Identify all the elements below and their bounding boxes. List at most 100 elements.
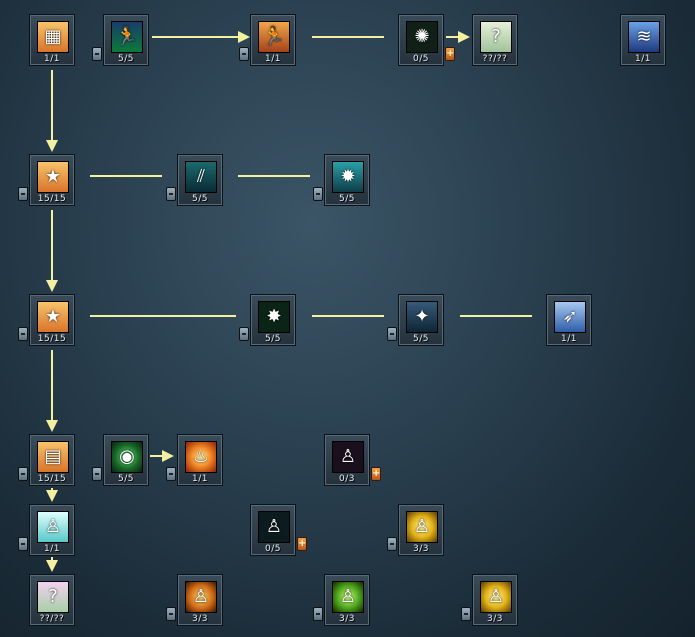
green-ring-icon[interactable]: ◉ bbox=[111, 441, 143, 473]
icon-glyph: ★ bbox=[44, 306, 62, 327]
skill-decrease-button[interactable] bbox=[18, 537, 28, 551]
skill-slot[interactable]: ≋ 1/1 bbox=[620, 14, 666, 66]
fire-figure-icon[interactable]: ♨ bbox=[185, 441, 217, 473]
figure-leaves-orange-icon[interactable]: 🏃 bbox=[258, 21, 290, 53]
skill-level: 1/1 bbox=[265, 54, 281, 64]
icon-glyph: ♙ bbox=[339, 446, 357, 467]
skill-slot[interactable]: ? ??/?? bbox=[29, 574, 75, 626]
icon-glyph: ✺ bbox=[414, 26, 430, 47]
skill-level: 5/5 bbox=[339, 194, 355, 204]
skill-level: 0/3 bbox=[339, 474, 355, 484]
skill-decrease-button[interactable] bbox=[313, 187, 323, 201]
skill-slot[interactable]: ✸ 5/5 bbox=[250, 294, 296, 346]
skill-increase-button[interactable]: + bbox=[297, 537, 307, 551]
dark-teal-figure-icon[interactable]: ♙ bbox=[258, 511, 290, 543]
golden-aura-icon[interactable]: ♙ bbox=[406, 511, 438, 543]
skill-decrease-button[interactable] bbox=[239, 47, 249, 61]
skill-decrease-button[interactable] bbox=[166, 607, 176, 621]
skill-decrease-button[interactable] bbox=[18, 467, 28, 481]
skill-decrease-button[interactable] bbox=[387, 327, 397, 341]
skill-slot[interactable]: ✹ 5/5 bbox=[324, 154, 370, 206]
icon-glyph: 🏃 bbox=[262, 26, 286, 47]
shadow-leap-icon[interactable]: ✦ bbox=[406, 301, 438, 333]
skill-level: 1/1 bbox=[192, 474, 208, 484]
icon-glyph: ▤ bbox=[44, 446, 62, 467]
skill-slot[interactable]: ♙ 3/3 bbox=[324, 574, 370, 626]
skill-decrease-button[interactable] bbox=[166, 467, 176, 481]
skill-increase-button[interactable]: + bbox=[445, 47, 455, 61]
skill-slot[interactable]: ★ 15/15 bbox=[29, 294, 75, 346]
skill-decrease-button[interactable] bbox=[92, 47, 102, 61]
green-beast-icon[interactable]: ✸ bbox=[258, 301, 290, 333]
icon-glyph: ♙ bbox=[413, 516, 431, 537]
skill-level: 15/15 bbox=[37, 474, 67, 484]
skill-slot[interactable]: ⫽ 5/5 bbox=[177, 154, 223, 206]
skill-slot[interactable]: ▤ 15/15 bbox=[29, 434, 75, 486]
skill-tree-panel: ▦ 1/1 🏃 5/5 🏃 1/1 ✺ 0/5 +? ??/?? ≋ 1/1 ★ 15/15 ⫽ 5/5 ✹ 5/… bbox=[0, 0, 695, 637]
skill-slot[interactable]: ♙ 3/3 bbox=[177, 574, 223, 626]
icon-glyph: ♙ bbox=[265, 516, 283, 537]
aqua-figure-icon[interactable]: ♙ bbox=[37, 511, 69, 543]
skill-level: 0/5 bbox=[413, 54, 429, 64]
skill-decrease-button[interactable] bbox=[387, 537, 397, 551]
icon-glyph: ✦ bbox=[414, 306, 430, 327]
thorn-burst-icon[interactable]: ✹ bbox=[332, 161, 364, 193]
skill-level: 15/15 bbox=[37, 334, 67, 344]
claw-slash-icon[interactable]: ⫽ bbox=[185, 161, 217, 193]
skill-slot[interactable]: ♙ 0/5 bbox=[250, 504, 296, 556]
treasure-box-stars-icon[interactable]: ★ bbox=[37, 301, 69, 333]
skill-decrease-button[interactable] bbox=[166, 187, 176, 201]
question-mark-pink-icon[interactable]: ? bbox=[37, 581, 69, 613]
skill-slot[interactable]: ♙ 1/1 bbox=[29, 504, 75, 556]
skill-slot[interactable]: ★ 15/15 bbox=[29, 154, 75, 206]
skill-slot[interactable]: ♙ 3/3 bbox=[398, 504, 444, 556]
skill-level: 1/1 bbox=[44, 54, 60, 64]
icon-glyph: ✸ bbox=[266, 306, 282, 327]
skill-slot[interactable]: ♙ 0/3 bbox=[324, 434, 370, 486]
skill-decrease-button[interactable] bbox=[313, 607, 323, 621]
skill-slot[interactable]: 🏃 1/1 bbox=[250, 14, 296, 66]
icon-glyph: ? bbox=[48, 586, 58, 607]
skill-decrease-button[interactable] bbox=[239, 327, 249, 341]
skill-slot[interactable]: ✦ 5/5 bbox=[398, 294, 444, 346]
skill-decrease-button[interactable] bbox=[92, 467, 102, 481]
skill-decrease-button[interactable] bbox=[18, 327, 28, 341]
icon-glyph: ♙ bbox=[487, 586, 505, 607]
icon-glyph: ♙ bbox=[339, 586, 357, 607]
figure-leaves-icon[interactable]: 🏃 bbox=[111, 21, 143, 53]
treasure-box-icon[interactable]: ▦ bbox=[37, 21, 69, 53]
icon-glyph: ▦ bbox=[44, 26, 62, 47]
icon-glyph: ✹ bbox=[340, 166, 356, 187]
icon-glyph: ♙ bbox=[192, 586, 210, 607]
skill-increase-button[interactable]: + bbox=[371, 467, 381, 481]
skill-slot[interactable]: ◉ 5/5 bbox=[103, 434, 149, 486]
purple-figure-icon[interactable]: ♙ bbox=[332, 441, 364, 473]
skill-slot[interactable]: ➶ 1/1 bbox=[546, 294, 592, 346]
skill-level: 5/5 bbox=[413, 334, 429, 344]
skill-slot[interactable]: ✺ 0/5 bbox=[398, 14, 444, 66]
skill-slot[interactable]: ♨ 1/1 bbox=[177, 434, 223, 486]
icon-glyph: ★ bbox=[44, 166, 62, 187]
orange-aura-icon[interactable]: ♙ bbox=[185, 581, 217, 613]
skill-slot[interactable]: ▦ 1/1 bbox=[29, 14, 75, 66]
icon-glyph: ? bbox=[491, 26, 501, 47]
skill-decrease-button[interactable] bbox=[18, 187, 28, 201]
skill-slot[interactable]: ? ??/?? bbox=[472, 14, 518, 66]
skill-decrease-button[interactable] bbox=[461, 607, 471, 621]
swift-runner-icon[interactable]: ➶ bbox=[554, 301, 586, 333]
question-mark-icon[interactable]: ? bbox=[480, 21, 512, 53]
green-aura-icon[interactable]: ♙ bbox=[332, 581, 364, 613]
dark-creature-icon[interactable]: ✺ bbox=[406, 21, 438, 53]
skill-level: 3/3 bbox=[192, 614, 208, 624]
gold-aura-icon[interactable]: ♙ bbox=[480, 581, 512, 613]
skill-level: 15/15 bbox=[37, 194, 67, 204]
skill-level: 3/3 bbox=[413, 544, 429, 554]
skill-slot[interactable]: 🏃 5/5 bbox=[103, 14, 149, 66]
skill-slot[interactable]: ♙ 3/3 bbox=[472, 574, 518, 626]
icon-glyph: ⫽ bbox=[196, 166, 206, 187]
skill-level: 1/1 bbox=[561, 334, 577, 344]
treasure-box-stars-icon[interactable]: ★ bbox=[37, 161, 69, 193]
skill-level: ??/?? bbox=[39, 614, 65, 624]
dash-figure-icon[interactable]: ≋ bbox=[628, 21, 660, 53]
treasure-box-max-icon[interactable]: ▤ bbox=[37, 441, 69, 473]
